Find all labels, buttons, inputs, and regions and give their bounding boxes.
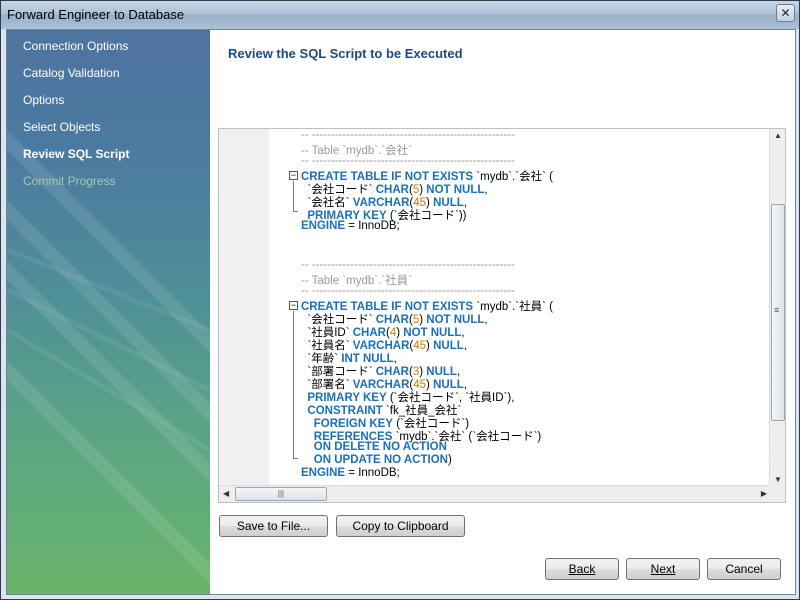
- scroll-right-icon[interactable]: ▶: [761, 489, 767, 498]
- sidebar-decoration: [7, 130, 210, 583]
- fold-end-marker: [293, 458, 298, 459]
- sidebar-item-options: Options: [23, 93, 65, 107]
- sidebar-item-commit-progress: Commit Progress: [23, 174, 116, 188]
- code-line: ON UPDATE NO ACTION): [301, 454, 452, 466]
- fold-toggle-icon[interactable]: −: [289, 301, 298, 310]
- fold-toggle-icon[interactable]: −: [289, 171, 298, 180]
- page-title: Review the SQL Script to be Executed: [228, 46, 463, 61]
- sql-text: ,: [484, 184, 488, 196]
- code-line: -- -------------------------------------…: [301, 129, 515, 141]
- code-line: ENGINE = InnoDB;: [301, 220, 400, 232]
- sql-text: (: [545, 301, 553, 313]
- code-line: -- -------------------------------------…: [301, 285, 515, 297]
- sidebar-item-connection-options: Connection Options: [23, 39, 129, 53]
- sql-keyword: NULL: [433, 340, 464, 352]
- sql-text: = InnoDB;: [345, 220, 400, 232]
- sql-text: = InnoDB;: [345, 467, 400, 479]
- sql-comment: -- -------------------------------------…: [301, 259, 515, 271]
- vertical-scrollbar[interactable]: ▲ ≡ ▼: [769, 129, 785, 486]
- horizontal-scroll-thumb[interactable]: |||: [235, 487, 327, 501]
- save-to-file-button[interactable]: Save to File...: [219, 515, 328, 537]
- sidebar-item-review-sql-script: Review SQL Script: [23, 147, 130, 161]
- window-title: Forward Engineer to Database: [7, 7, 185, 22]
- back-button-label: Back: [568, 562, 596, 576]
- sql-keyword: ENGINE: [301, 467, 346, 479]
- vertical-scroll-thumb[interactable]: ≡: [771, 204, 785, 421]
- code-line: ON DELETE NO ACTION: [301, 441, 447, 453]
- wizard-sidebar: Connection Options Catalog Validation Op…: [7, 30, 210, 594]
- line-number-gutter: [219, 129, 269, 486]
- sql-comment: -- -------------------------------------…: [301, 155, 515, 167]
- next-button-label: Next: [650, 562, 676, 576]
- title-bar[interactable]: Forward Engineer to Database ✕: [1, 1, 799, 29]
- scroll-up-icon[interactable]: ▲: [774, 131, 782, 140]
- cancel-button[interactable]: Cancel: [707, 558, 781, 580]
- sql-text: ,: [484, 314, 488, 326]
- sidebar-item-select-objects: Select Objects: [23, 120, 101, 134]
- sql-text: ): [447, 454, 452, 466]
- scroll-down-icon[interactable]: ▼: [774, 475, 782, 484]
- sql-comment: -- -------------------------------------…: [301, 285, 515, 297]
- wizard-content: Review the SQL Script to be Executed 8--…: [210, 30, 795, 594]
- scrollbar-corner: [769, 485, 785, 502]
- next-button[interactable]: Next: [626, 558, 700, 580]
- sql-text: (: [545, 171, 553, 183]
- fold-end-marker: [293, 211, 298, 212]
- horizontal-scrollbar[interactable]: ◀ ||| ▶: [219, 485, 771, 502]
- sql-keyword: ON DELETE NO ACTION: [313, 441, 447, 453]
- sql-keyword: ON UPDATE NO ACTION: [313, 454, 448, 466]
- sql-script-editor[interactable]: 8-- ------------------------------------…: [218, 128, 786, 503]
- grip-icon: ≡: [774, 305, 780, 315]
- code-line: -- -------------------------------------…: [301, 155, 515, 167]
- code-line: ENGINE = InnoDB;: [301, 467, 400, 479]
- scroll-left-icon[interactable]: ◀: [223, 489, 229, 498]
- fold-guide: [293, 181, 294, 211]
- back-button[interactable]: Back: [545, 558, 619, 580]
- forward-engineer-dialog: Forward Engineer to Database ✕ Connectio…: [0, 0, 800, 600]
- sql-keyword: ENGINE: [301, 220, 346, 232]
- copy-to-clipboard-button[interactable]: Copy to Clipboard: [336, 515, 465, 537]
- dialog-body: Connection Options Catalog Validation Op…: [6, 29, 796, 595]
- sql-comment: -- -------------------------------------…: [301, 129, 515, 141]
- sql-number: 45: [413, 340, 427, 352]
- sidebar-item-catalog-validation: Catalog Validation: [23, 66, 120, 80]
- fold-guide: [293, 311, 294, 458]
- sql-text: ,: [463, 340, 467, 352]
- code-line: -- -------------------------------------…: [301, 259, 515, 271]
- close-button[interactable]: ✕: [776, 4, 795, 22]
